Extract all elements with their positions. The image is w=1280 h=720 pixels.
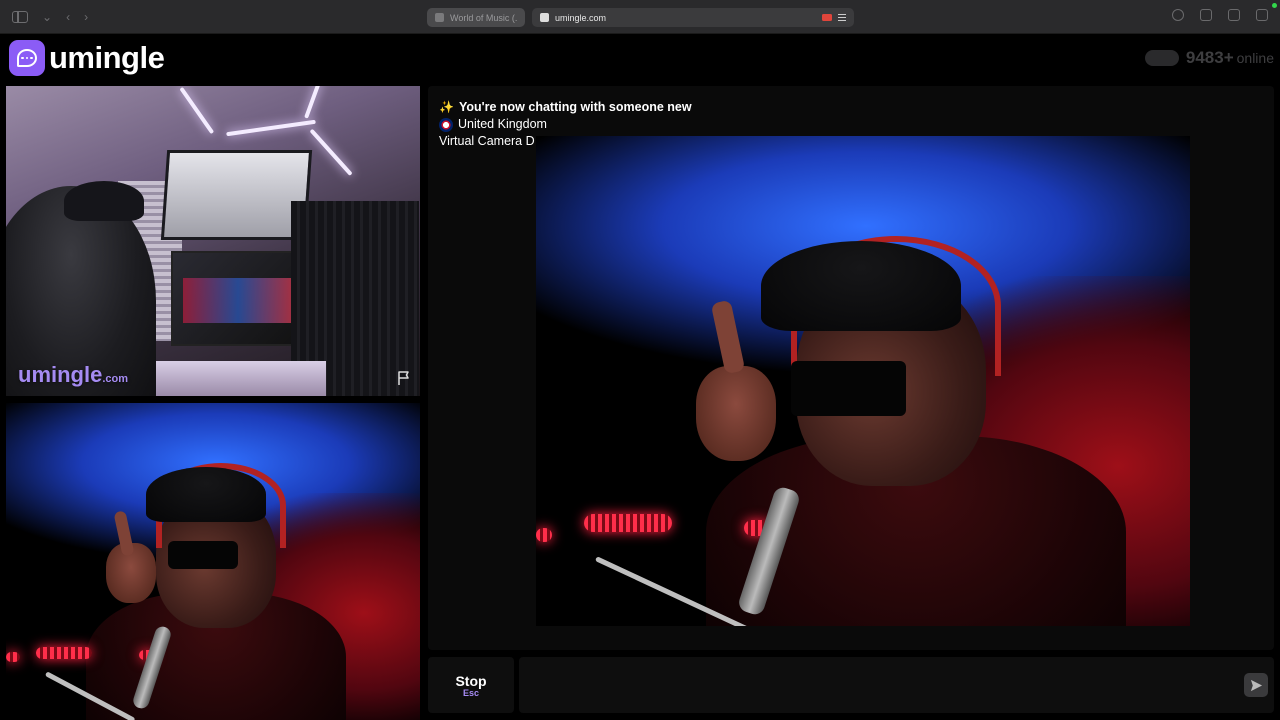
watermark-suffix: .com xyxy=(102,373,129,385)
sparkle-icon: ✨ xyxy=(439,100,454,114)
stop-button[interactable]: Stop Esc xyxy=(428,657,514,713)
intro-text: You're now chatting with someone new xyxy=(458,100,692,114)
send-icon xyxy=(1250,679,1262,691)
stranger-camera-preview: umingle.com xyxy=(6,86,420,396)
new-tab-icon[interactable] xyxy=(1228,9,1240,21)
tab-world-of-music[interactable]: World of Music (... xyxy=(427,8,525,27)
send-button[interactable] xyxy=(1244,673,1268,697)
system-message: ✨ You're now chatting with someone new xyxy=(439,99,692,116)
browser-actions xyxy=(1172,9,1268,21)
sidebar-toggle-icon[interactable] xyxy=(12,11,28,23)
download-icon[interactable] xyxy=(1172,9,1184,21)
country-line: United Kingdom xyxy=(439,116,692,133)
back-icon[interactable]: ‹ xyxy=(66,9,70,25)
play-icon xyxy=(435,13,444,22)
site-logo[interactable]: umingle xyxy=(9,40,165,76)
uk-flag-icon xyxy=(439,117,453,132)
tab-title: umingle.com xyxy=(555,12,607,23)
online-counter: 9483+ online xyxy=(1144,48,1274,68)
stop-shortcut: Esc xyxy=(462,687,479,698)
stop-label: Stop xyxy=(455,672,487,689)
online-count: 9483+ xyxy=(1185,48,1234,67)
share-icon[interactable] xyxy=(1200,9,1212,21)
country-text: United Kingdom xyxy=(458,117,547,131)
favicon-icon xyxy=(540,13,549,22)
browser-nav: ⌄ ‹ › xyxy=(12,9,88,25)
stranger-video xyxy=(536,136,1190,626)
tab-indicators xyxy=(822,14,846,21)
chevron-down-icon[interactable]: ⌄ xyxy=(42,9,52,25)
watermark-brand: umingle xyxy=(18,362,103,387)
forward-icon[interactable]: › xyxy=(84,9,88,25)
report-flag-icon[interactable] xyxy=(396,370,412,386)
browser-toolbar: ⌄ ‹ › World of Music (... umingle.com xyxy=(0,0,1280,34)
tab-title: World of Music (... xyxy=(450,12,517,23)
camera-recording-icon[interactable] xyxy=(822,14,832,21)
message-input[interactable] xyxy=(519,657,1274,713)
video-watermark: umingle.com xyxy=(18,362,128,388)
online-label: online xyxy=(1236,50,1274,66)
tab-umingle[interactable]: umingle.com xyxy=(532,8,854,27)
chat-bubble-icon xyxy=(9,40,45,76)
tab-overview-icon[interactable] xyxy=(1256,9,1268,21)
self-camera-view xyxy=(6,403,420,720)
status-dot xyxy=(1272,3,1277,8)
logo-text: umingle xyxy=(49,40,165,75)
reader-icon[interactable] xyxy=(838,14,846,21)
device-text: Virtual Camera D xyxy=(439,134,535,148)
online-toggle[interactable] xyxy=(1144,50,1179,66)
